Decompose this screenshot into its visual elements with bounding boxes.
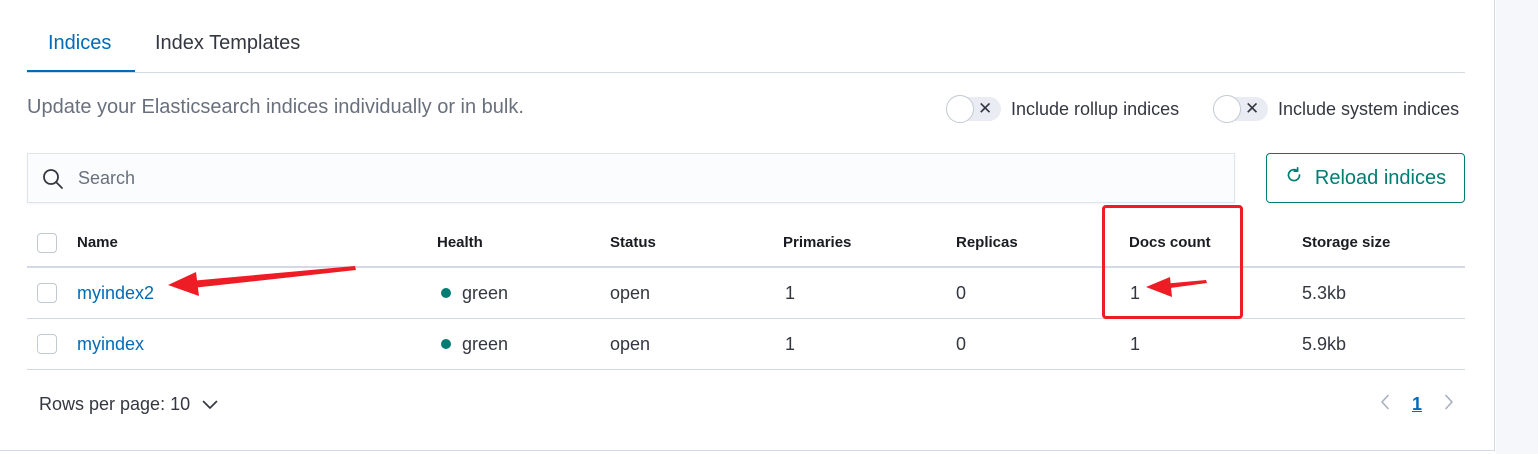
page-background-strip bbox=[1496, 0, 1538, 454]
indices-panel: Indices Index Templates Update your Elas… bbox=[0, 0, 1495, 451]
arrow-to-index-name bbox=[168, 266, 356, 296]
annotation-arrows bbox=[168, 266, 1207, 297]
arrow-to-docs-count bbox=[1146, 277, 1207, 297]
